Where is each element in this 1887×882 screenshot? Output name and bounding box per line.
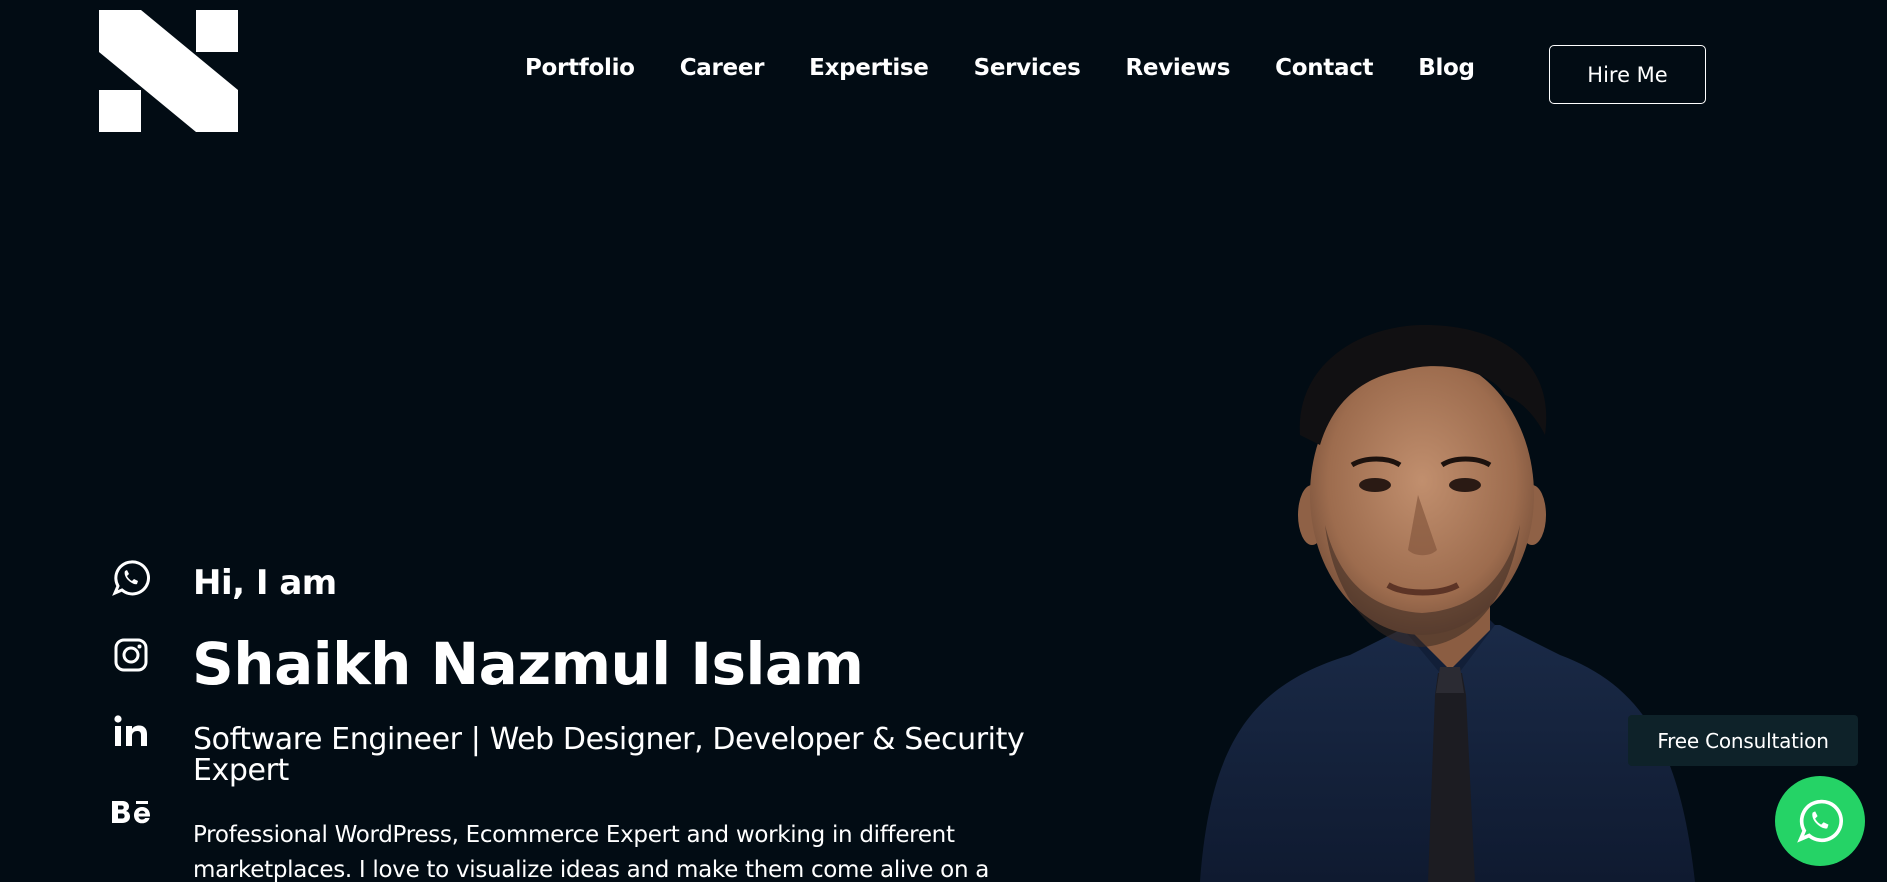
- nav-services[interactable]: Services: [974, 54, 1081, 84]
- hero-bio: Professional WordPress, Ecommerce Expert…: [193, 822, 990, 882]
- page: Portfolio Career Expertise Services Revi…: [0, 0, 1887, 882]
- whatsapp-icon[interactable]: [1775, 776, 1865, 866]
- nav-portfolio[interactable]: Portfolio: [525, 54, 635, 84]
- nav-career[interactable]: Career: [680, 54, 765, 84]
- nav-expertise[interactable]: Expertise: [809, 54, 929, 84]
- main-nav: Portfolio Career Expertise Services Revi…: [525, 54, 1520, 84]
- greeting: Hi, I am: [193, 563, 337, 603]
- whatsapp-icon[interactable]: [110, 557, 152, 599]
- nav-reviews[interactable]: Reviews: [1126, 54, 1231, 84]
- hero-name: Shaikh Nazmul Islam: [192, 630, 864, 698]
- nav-contact[interactable]: Contact: [1275, 54, 1373, 84]
- linkedin-icon[interactable]: [110, 711, 152, 753]
- free-consultation-button[interactable]: Free Consultation: [1628, 715, 1858, 766]
- behance-icon[interactable]: [110, 791, 152, 833]
- hero-role: Software Engineer | Web Designer, Develo…: [193, 722, 1025, 788]
- n-logo-icon[interactable]: [99, 10, 238, 132]
- instagram-icon[interactable]: [110, 634, 152, 676]
- hire-me-button[interactable]: Hire Me: [1549, 45, 1706, 104]
- nav-blog[interactable]: Blog: [1418, 54, 1475, 84]
- profile-photo: [1200, 325, 1695, 882]
